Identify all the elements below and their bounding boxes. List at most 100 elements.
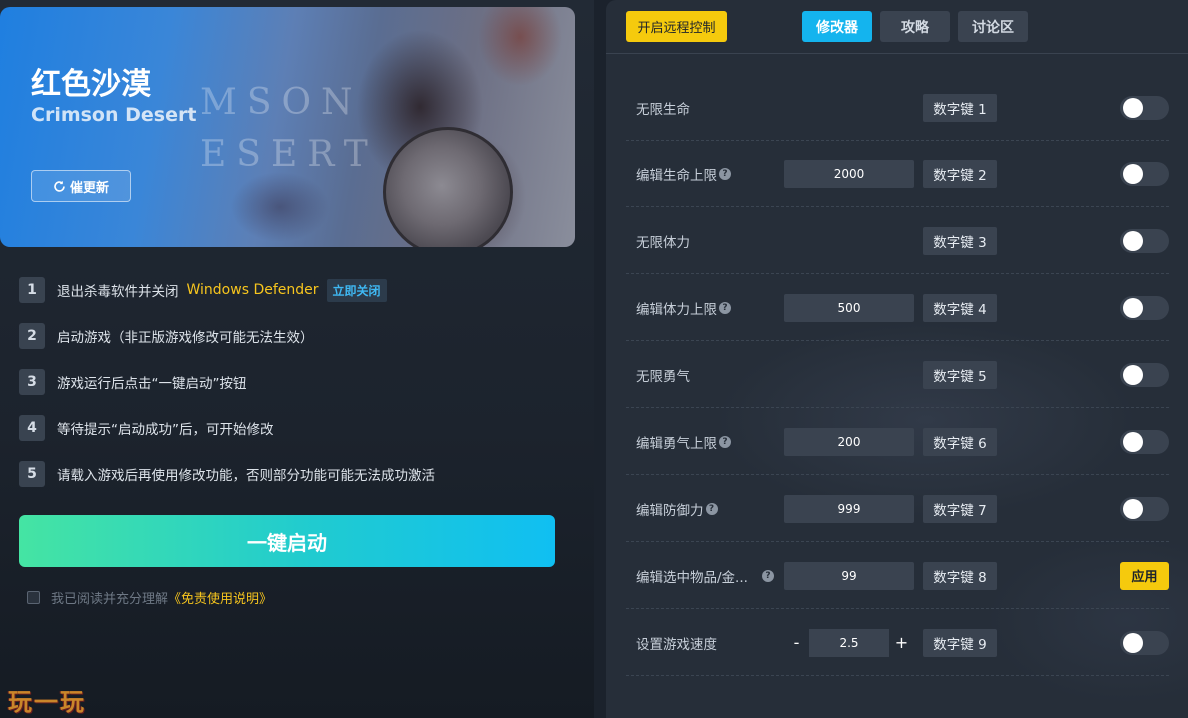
cheat-label: 编辑防御力 ? <box>636 499 718 519</box>
cheat-row-edit-selected-item: 编辑选中物品/金... ? 99 数字键 8 应用 <box>626 543 1169 609</box>
cheat-label-text: 编辑勇气上限 <box>636 435 717 452</box>
cheat-label: 编辑勇气上限 ? <box>636 432 731 452</box>
step-text: 请载入游戏后再使用修改功能，否则部分功能可能无法成功激活 <box>57 468 435 484</box>
speed-stepper: - 2.5 + <box>784 628 914 657</box>
help-icon[interactable]: ? <box>705 502 718 515</box>
step-number: 1 <box>19 277 45 303</box>
cheat-label: 无限体力 <box>636 234 690 251</box>
toggle-knob <box>1123 632 1143 653</box>
close-defender-button[interactable]: 立即关闭 <box>326 278 387 302</box>
windows-defender-highlight: Windows Defender <box>186 282 319 298</box>
hotkey-button[interactable]: 数字键 7 <box>923 494 997 523</box>
cheat-row-edit-max-courage: 编辑勇气上限 ? 200 数字键 6 <box>626 409 1169 475</box>
speed-value[interactable]: 2.5 <box>809 628 889 657</box>
increment-button[interactable]: + <box>889 629 914 657</box>
step-text: 启动游戏（非正版游戏修改可能无法生效） <box>57 330 314 346</box>
toggle-knob <box>1123 431 1143 452</box>
hotkey-button[interactable]: 数字键 6 <box>923 427 997 456</box>
cheat-label: 编辑体力上限 ? <box>636 298 731 318</box>
step-number: 2 <box>19 323 45 349</box>
step-3: 3 游戏运行后点击“一键启动”按钮 <box>19 369 247 395</box>
cheat-label: 无限勇气 <box>636 368 690 385</box>
game-title: 红色沙漠 <box>31 67 151 102</box>
cheat-toggle[interactable] <box>1120 496 1169 521</box>
cheat-row-infinite-stamina: 无限体力 数字键 3 <box>626 208 1169 274</box>
cheat-toggle[interactable] <box>1120 429 1169 454</box>
cheat-label-text: 编辑防御力 <box>636 502 704 519</box>
trainer-topbar: 开启远程控制 修改器 攻略 讨论区 <box>606 0 1188 54</box>
cheat-row-edit-defense: 编辑防御力 ? 999 数字键 7 <box>626 476 1169 542</box>
help-icon[interactable]: ? <box>719 435 731 448</box>
apply-button[interactable]: 应用 <box>1120 561 1169 590</box>
cheat-label: 编辑选中物品/金... <box>636 569 748 586</box>
cheat-toggle[interactable] <box>1120 362 1169 387</box>
step-number: 3 <box>19 369 45 395</box>
one-click-launch-button[interactable]: 一键启动 <box>19 515 555 567</box>
toggle-knob <box>1123 230 1143 251</box>
value-input[interactable]: 2000 <box>784 159 914 188</box>
hotkey-button[interactable]: 数字键 8 <box>923 561 997 590</box>
shield-artwork <box>383 127 513 247</box>
value-input[interactable]: 999 <box>784 494 914 523</box>
help-icon[interactable]: ? <box>719 301 731 314</box>
cheat-label-text: 编辑体力上限 <box>636 301 717 318</box>
game-subtitle: Crimson Desert <box>31 104 197 126</box>
hotkey-button[interactable]: 数字键 9 <box>923 628 997 657</box>
toggle-knob <box>1123 364 1143 385</box>
cheat-toggle[interactable] <box>1120 228 1169 253</box>
refresh-icon <box>54 180 65 192</box>
step-1: 1 退出杀毒软件并关闭 Windows Defender 立即关闭 <box>19 277 387 303</box>
brand-logo: 玩一玩 <box>8 688 86 716</box>
game-banner: MSON ESERT 红色沙漠 Crimson Desert 催更新 <box>0 7 575 247</box>
left-panel: MSON ESERT 红色沙漠 Crimson Desert 催更新 1 退出杀毒… <box>0 0 594 718</box>
cheat-label-text: 编辑生命上限 <box>636 167 717 184</box>
cheat-toggle[interactable] <box>1120 295 1169 320</box>
cheat-label: 无限生命 <box>636 101 690 118</box>
value-input[interactable]: 200 <box>784 427 914 456</box>
toggle-knob <box>1123 163 1143 184</box>
step-5: 5 请载入游戏后再使用修改功能，否则部分功能可能无法成功激活 <box>19 461 435 487</box>
step-2: 2 启动游戏（非正版游戏修改可能无法生效） <box>19 323 314 349</box>
disclaimer-link[interactable]: 《免责使用说明》 <box>168 588 272 607</box>
cheat-row-game-speed: 设置游戏速度 - 2.5 + 数字键 9 <box>626 610 1169 676</box>
cheat-toggle[interactable] <box>1120 630 1169 655</box>
cheat-row-edit-max-health: 编辑生命上限 ? 2000 数字键 2 <box>626 141 1169 207</box>
hotkey-button[interactable]: 数字键 5 <box>923 360 997 389</box>
step-number: 5 <box>19 461 45 487</box>
agreement-row: 我已阅读并充分理解 《免责使用说明》 <box>27 588 272 607</box>
help-icon[interactable]: ? <box>719 167 731 180</box>
remote-control-button[interactable]: 开启远程控制 <box>626 11 727 42</box>
value-input[interactable]: 500 <box>784 293 914 322</box>
toggle-knob <box>1123 97 1143 118</box>
hotkey-button[interactable]: 数字键 4 <box>923 293 997 322</box>
agreement-checkbox[interactable] <box>27 591 40 604</box>
trainer-panel: 开启远程控制 修改器 攻略 讨论区 无限生命 数字键 1 编辑生命上限 ? 20… <box>606 0 1188 718</box>
step-number: 4 <box>19 415 45 441</box>
cheat-toggle[interactable] <box>1120 161 1169 186</box>
tab-guide[interactable]: 攻略 <box>880 11 950 42</box>
toggle-knob <box>1123 297 1143 318</box>
toggle-knob <box>1123 498 1143 519</box>
help-icon[interactable]: ? <box>762 569 774 582</box>
hotkey-button[interactable]: 数字键 3 <box>923 226 997 255</box>
cheat-row-infinite-courage: 无限勇气 数字键 5 <box>626 342 1169 408</box>
cheat-row-edit-max-stamina: 编辑体力上限 ? 500 数字键 4 <box>626 275 1169 341</box>
hotkey-button[interactable]: 数字键 2 <box>923 159 997 188</box>
step-text: 游戏运行后点击“一键启动”按钮 <box>57 376 247 392</box>
banner-logo-artwork: MSON ESERT <box>200 82 378 175</box>
request-update-button[interactable]: 催更新 <box>31 170 131 202</box>
cheat-toggle[interactable] <box>1120 95 1169 120</box>
cheat-row-infinite-health: 无限生命 数字键 1 <box>626 75 1169 141</box>
step-4: 4 等待提示“启动成功”后，可开始修改 <box>19 415 274 441</box>
cheat-label: 编辑生命上限 ? <box>636 164 731 184</box>
agreement-text: 我已阅读并充分理解 <box>51 592 169 607</box>
tab-discussion[interactable]: 讨论区 <box>958 11 1028 42</box>
decrement-button[interactable]: - <box>784 629 809 657</box>
value-input[interactable]: 99 <box>784 561 914 590</box>
step-text: 等待提示“启动成功”后，可开始修改 <box>57 422 274 438</box>
tab-trainer[interactable]: 修改器 <box>802 11 872 42</box>
hotkey-button[interactable]: 数字键 1 <box>923 93 997 122</box>
step-text: 退出杀毒软件并关闭 <box>57 284 179 300</box>
cheat-label: 设置游戏速度 <box>636 636 717 653</box>
request-update-label: 催更新 <box>69 180 109 196</box>
